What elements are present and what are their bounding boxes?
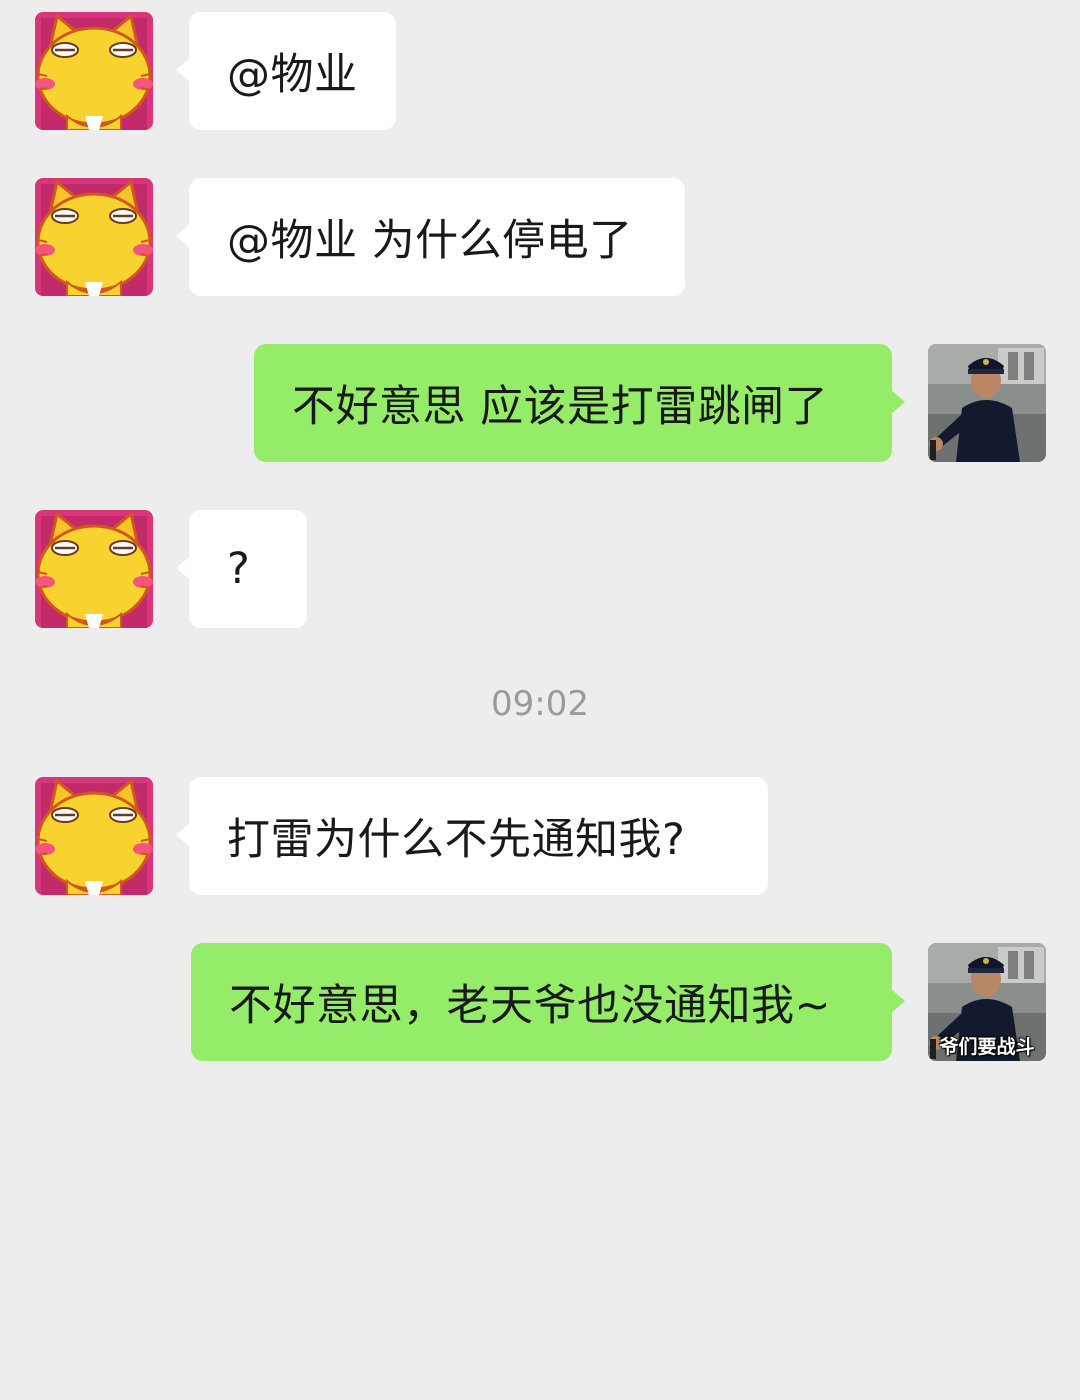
bubble-tail	[176, 58, 190, 82]
incoming-message-bubble[interactable]: ?	[189, 510, 307, 628]
message-text: ?	[227, 544, 251, 594]
message-text: 打雷为什么不先通知我?	[227, 815, 686, 865]
message-text: 不好意思，老天爷也没通知我~	[229, 981, 832, 1031]
message-text: @物业 为什么停电了	[227, 216, 633, 266]
incoming-message-bubble[interactable]: 打雷为什么不先通知我?	[189, 777, 768, 895]
incoming-avatar-icon[interactable]	[35, 510, 153, 628]
bubble-tail	[176, 556, 190, 580]
incoming-message-bubble[interactable]: @物业 为什么停电了	[189, 178, 685, 296]
bubble-tail	[891, 390, 905, 414]
message-text: 不好意思 应该是打雷跳闸了	[292, 382, 829, 432]
incoming-avatar-icon[interactable]	[35, 178, 153, 296]
message-text: @物业	[227, 50, 358, 100]
timestamp: 09:02	[491, 684, 589, 724]
incoming-avatar-icon[interactable]	[35, 777, 153, 895]
bubble-tail	[176, 823, 190, 847]
outgoing-avatar-icon[interactable]	[928, 344, 1046, 462]
bubble-tail	[891, 989, 905, 1013]
incoming-avatar-icon[interactable]	[35, 12, 153, 130]
incoming-message-bubble[interactable]: @物业	[189, 12, 396, 130]
outgoing-message-bubble[interactable]: 不好意思，老天爷也没通知我~	[191, 943, 892, 1061]
bubble-tail	[176, 224, 190, 248]
outgoing-message-bubble[interactable]: 不好意思 应该是打雷跳闸了	[254, 344, 892, 462]
chat-area: @物业 @物业 为什么停电了 不好意思 应该是打雷跳闸了 ? 09:02 打雷为…	[0, 0, 1080, 1400]
outgoing-avatar-icon[interactable]: 爷们要战斗	[928, 943, 1046, 1061]
avatar-caption: 爷们要战斗	[939, 1036, 1035, 1058]
